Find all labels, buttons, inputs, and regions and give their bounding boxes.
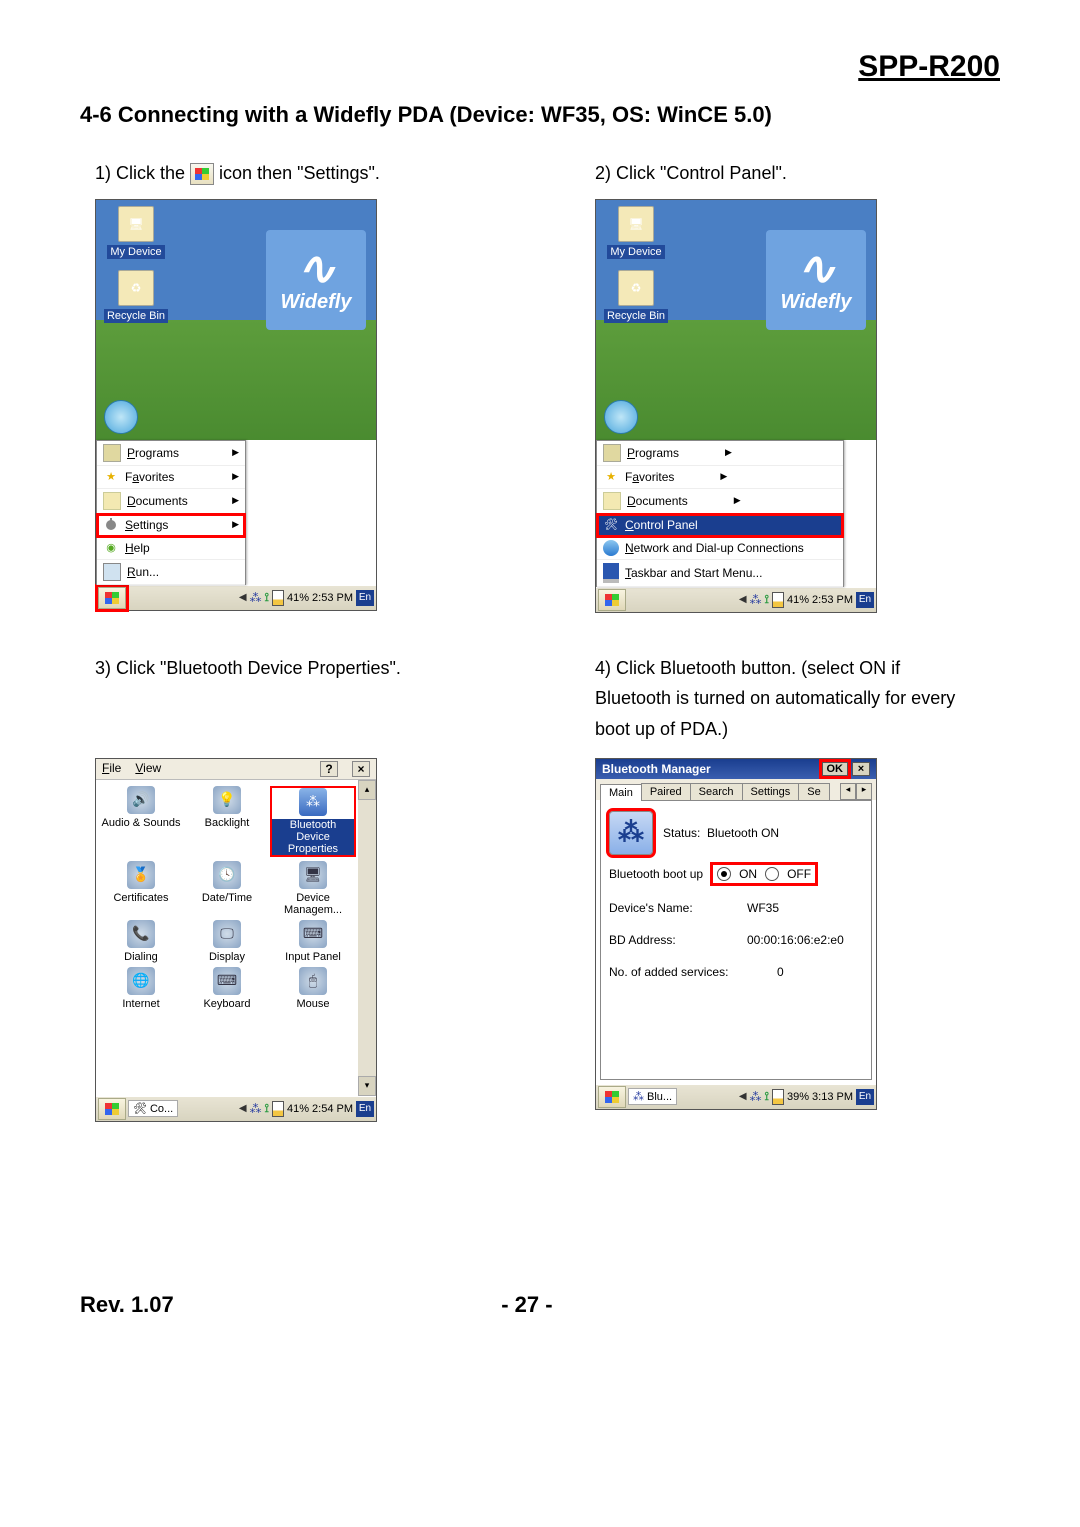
start-button[interactable] bbox=[598, 1086, 626, 1108]
screenshot-3: File View ? × 🔊Audio & Sounds 💡Backlight… bbox=[95, 758, 377, 1122]
my-device-icon[interactable]: 🖥My Device bbox=[600, 206, 672, 259]
cp-dialing[interactable]: 📞Dialing bbox=[98, 920, 184, 963]
system-tray: ◀⁂⟟ 41%2:54 PM En bbox=[239, 1101, 374, 1117]
recycle-bin-icon[interactable]: ♻Recycle Bin bbox=[600, 270, 672, 323]
tab-search[interactable]: Search bbox=[690, 783, 743, 800]
help-button[interactable]: ? bbox=[320, 761, 338, 777]
bt-tabs: Main Paired Search Settings Se ◂▸ bbox=[596, 779, 876, 800]
screenshot-4: Bluetooth Manager OK × Main Paired Searc… bbox=[595, 758, 877, 1110]
section-title: 4-6 Connecting with a Widefly PDA (Devic… bbox=[80, 102, 1000, 128]
system-tray: ◀ ⁂ ⟟ 41% 2:53 PM En bbox=[239, 590, 374, 606]
start-button[interactable] bbox=[98, 1098, 126, 1120]
cp-mouse[interactable]: 🖱Mouse bbox=[270, 967, 356, 1010]
screenshot-2: 🖥My Device ♻Recycle Bin ∿Widefly Program… bbox=[595, 199, 877, 613]
close-button[interactable]: × bbox=[852, 762, 870, 776]
lang-indicator[interactable]: En bbox=[356, 1101, 374, 1117]
menu-help[interactable]: ◉Help bbox=[97, 537, 245, 560]
cp-audio[interactable]: 🔊Audio & Sounds bbox=[98, 786, 184, 857]
step-2: 2) Click "Control Panel". bbox=[595, 158, 980, 189]
taskbar-app[interactable]: ⁂Blu... bbox=[628, 1088, 677, 1105]
cp-datetime[interactable]: 🕓Date/Time bbox=[184, 861, 270, 916]
cp-display[interactable]: 🖵Display bbox=[184, 920, 270, 963]
menu-taskbar[interactable]: Taskbar and Start Menu... bbox=[597, 560, 843, 587]
cp-inputpanel[interactable]: ⌨Input Panel bbox=[270, 920, 356, 963]
cp-internet[interactable]: 🌐Internet bbox=[98, 967, 184, 1010]
tab-nav-left[interactable]: ◂ bbox=[840, 783, 856, 800]
bt-titlebar: Bluetooth Manager OK × bbox=[596, 759, 876, 779]
screenshot-1: 🖥My Device ♻Recycle Bin ∿Widefly Program… bbox=[95, 199, 377, 611]
cp-menubar: File View ? × bbox=[96, 759, 376, 780]
start-icon bbox=[190, 163, 214, 185]
widefly-logo: ∿Widefly bbox=[766, 230, 866, 330]
lang-indicator[interactable]: En bbox=[856, 1089, 874, 1105]
my-device-icon[interactable]: 🖥My Device bbox=[100, 206, 172, 259]
system-tray: ◀ ⁂ ⟟ 41% 2:53 PM En bbox=[739, 592, 874, 608]
lang-indicator[interactable]: En bbox=[856, 592, 874, 608]
page-number: - 27 - bbox=[501, 1292, 552, 1318]
menu-documents[interactable]: Documents▶ bbox=[597, 489, 843, 514]
product-header: SPP-R200 bbox=[80, 50, 1000, 84]
radio-off[interactable] bbox=[765, 867, 779, 881]
ie-icon[interactable] bbox=[104, 400, 138, 434]
taskbar: ◀ ⁂ ⟟ 41% 2:53 PM En bbox=[596, 587, 876, 612]
bluetooth-icon[interactable]: ⁂ bbox=[609, 811, 653, 855]
menu-programs[interactable]: Programs▶ bbox=[97, 441, 245, 466]
taskbar-app[interactable]: 🛠Co... bbox=[128, 1100, 178, 1117]
tab-paired[interactable]: Paired bbox=[641, 783, 691, 800]
menu-run[interactable]: Run... bbox=[97, 560, 245, 585]
start-button[interactable] bbox=[98, 587, 126, 609]
ok-button[interactable]: OK bbox=[822, 762, 849, 776]
tab-more[interactable]: Se bbox=[798, 783, 829, 800]
radio-on[interactable] bbox=[717, 867, 731, 881]
menu-settings[interactable]: Settings▶ bbox=[97, 514, 245, 537]
step-1: 1) Click the icon then "Settings". bbox=[95, 158, 480, 189]
menu-favorites[interactable]: ★Favorites▶ bbox=[97, 466, 245, 489]
device-name: WF35 bbox=[747, 901, 779, 915]
scrollbar[interactable]: ▴▾ bbox=[358, 780, 376, 1096]
menu-favorites[interactable]: ★Favorites▶ bbox=[597, 466, 843, 489]
menu-view[interactable]: View bbox=[135, 761, 161, 777]
menu-documents[interactable]: Documents▶ bbox=[97, 489, 245, 514]
step-3: 3) Click "Bluetooth Device Properties". bbox=[95, 653, 480, 748]
control-panel-grid: 🔊Audio & Sounds 💡Backlight ⁂Bluetooth De… bbox=[96, 780, 358, 1096]
menu-file[interactable]: File bbox=[102, 761, 121, 777]
cp-devicemgr[interactable]: 🖥Device Managem... bbox=[270, 861, 356, 916]
services-count: 0 bbox=[777, 965, 784, 979]
settings-submenu: Programs▶ ★Favorites▶ Documents▶ 🛠Contro… bbox=[596, 440, 844, 587]
menu-programs[interactable]: Programs▶ bbox=[597, 441, 843, 466]
tab-main[interactable]: Main bbox=[600, 784, 642, 801]
menu-network[interactable]: Network and Dial-up Connections bbox=[597, 537, 843, 560]
taskbar: ⁂Blu... ◀⁂⟟ 39%3:13 PM En bbox=[596, 1084, 876, 1109]
start-menu: Programs▶ ★Favorites▶ Documents▶ Setting… bbox=[96, 440, 246, 585]
menu-control-panel[interactable]: 🛠Control Panel bbox=[597, 514, 843, 537]
system-tray: ◀⁂⟟ 39%3:13 PM En bbox=[739, 1089, 874, 1105]
cp-backlight[interactable]: 💡Backlight bbox=[184, 786, 270, 857]
widefly-logo: ∿Widefly bbox=[266, 230, 366, 330]
page-footer: Rev. 1.07 - 27 - bbox=[80, 1292, 1000, 1318]
revision: Rev. 1.07 bbox=[80, 1292, 174, 1318]
taskbar: ◀ ⁂ ⟟ 41% 2:53 PM En bbox=[96, 585, 376, 610]
cp-certificates[interactable]: 🏅Certificates bbox=[98, 861, 184, 916]
close-button[interactable]: × bbox=[352, 761, 370, 777]
cp-bluetooth[interactable]: ⁂Bluetooth Device Properties bbox=[270, 786, 356, 857]
start-button[interactable] bbox=[598, 589, 626, 611]
bd-address: 00:00:16:06:e2:e0 bbox=[747, 933, 844, 947]
recycle-bin-icon[interactable]: ♻Recycle Bin bbox=[100, 270, 172, 323]
tab-settings[interactable]: Settings bbox=[742, 783, 800, 800]
cp-keyboard[interactable]: ⌨Keyboard bbox=[184, 967, 270, 1010]
tab-nav-right[interactable]: ▸ bbox=[856, 783, 872, 800]
step-4: 4) Click Bluetooth button. (select ON if… bbox=[595, 653, 980, 748]
lang-indicator[interactable]: En bbox=[356, 590, 374, 606]
bootup-radio-group: ON OFF bbox=[713, 865, 815, 883]
taskbar: 🛠Co... ◀⁂⟟ 41%2:54 PM En bbox=[96, 1096, 376, 1121]
ie-icon[interactable] bbox=[604, 400, 638, 434]
